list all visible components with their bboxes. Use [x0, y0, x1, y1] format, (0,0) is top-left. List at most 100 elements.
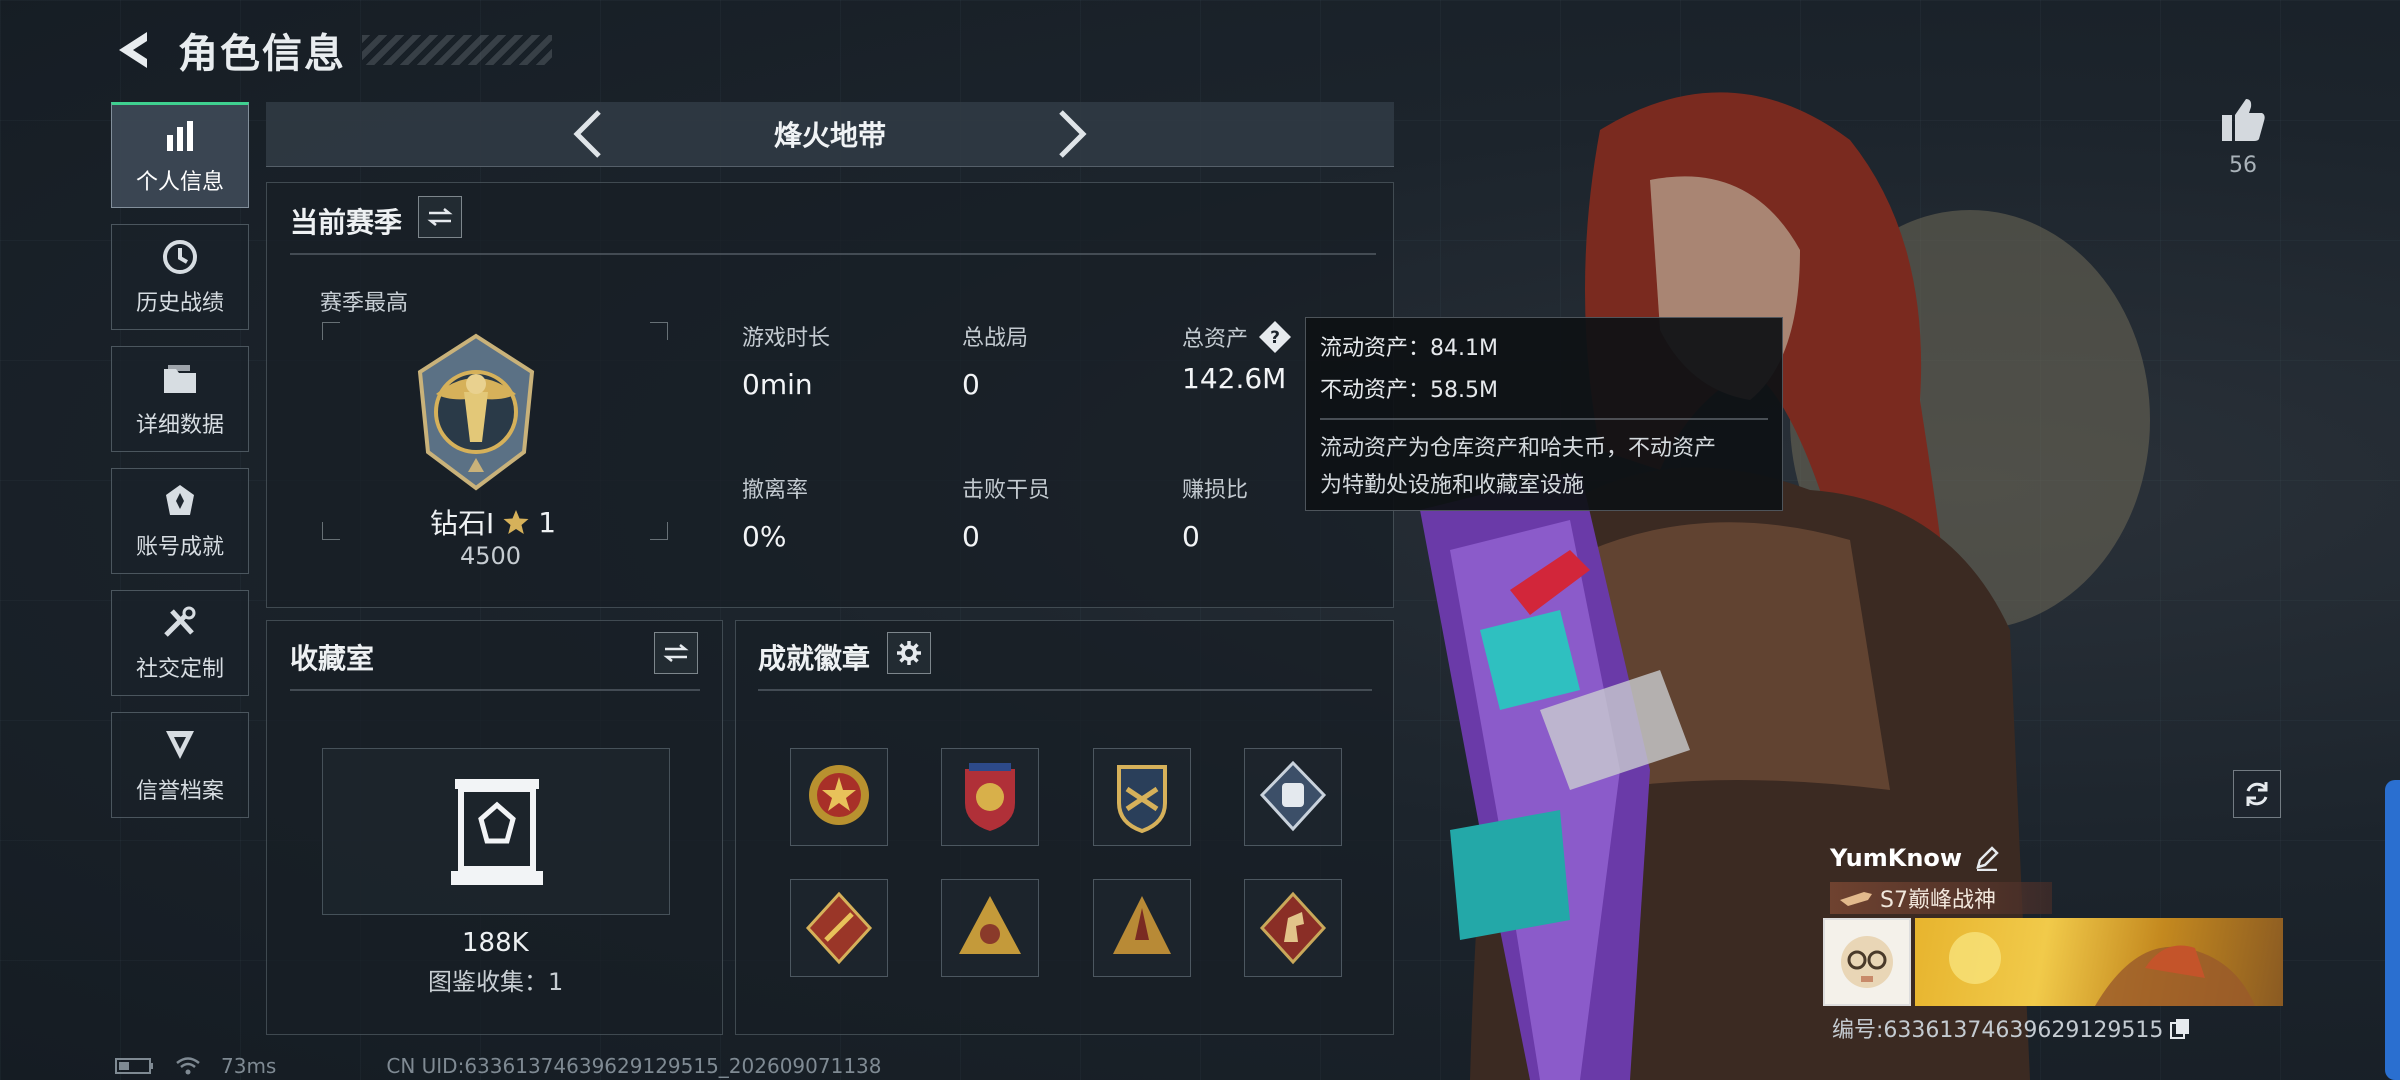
badge-slot[interactable]	[1244, 748, 1342, 846]
stat-value: 0	[1182, 520, 1200, 553]
gear-icon	[897, 641, 921, 665]
avatar-face-icon	[1825, 920, 1909, 1004]
menu-label: 社交定制	[135, 657, 224, 682]
avatar[interactable]	[1823, 918, 1911, 1006]
back-button[interactable]	[110, 27, 156, 73]
badge-slot[interactable]	[941, 879, 1039, 977]
player-title: S7巅峰战神	[1880, 888, 1996, 913]
stat-label: 游戏时长	[742, 326, 831, 351]
stat-label: 总战局	[962, 326, 1029, 351]
refresh-button[interactable]	[2233, 770, 2281, 818]
player-name: YumKnow	[1830, 844, 1963, 872]
star-icon	[503, 510, 529, 534]
folder-icon	[160, 359, 200, 399]
tooltip-description-line: 为特勤处设施和收藏室设施	[1320, 472, 1585, 498]
page-title: 角色信息	[178, 31, 346, 77]
swap-icon	[427, 208, 453, 226]
rocket-badge-icon	[1113, 896, 1171, 954]
collection-title: 收藏室	[290, 642, 375, 675]
menu-label: 详细数据	[135, 413, 224, 438]
tools-icon	[160, 603, 200, 643]
stat-label-row: 总资产 ?	[1182, 320, 1292, 354]
badge-slot[interactable]	[1093, 748, 1191, 846]
crest-badge-icon	[965, 763, 1015, 831]
collection-switch-button[interactable]	[654, 632, 698, 674]
refresh-icon	[2246, 782, 2268, 806]
stat-label: 击败干员	[962, 478, 1051, 503]
stat-label: 总资产	[1182, 327, 1249, 352]
stat-operators-defeated: 击败干员 0	[962, 472, 1050, 553]
status-bar: 73ms CN UID:6336137463962912951​5_202609…	[115, 1054, 882, 1078]
tooltip-fixed-assets: 不动资产：58.5M	[1320, 378, 1498, 403]
stat-label: 赚损比	[1182, 478, 1249, 503]
divider	[290, 253, 1376, 255]
like-button[interactable]: 56	[2210, 95, 2276, 178]
menu-item-history[interactable]: 历史战绩	[111, 224, 249, 330]
tooltip-description-line: 流动资产为仓库资产和哈夫币，不动资产	[1320, 435, 1717, 461]
divider	[758, 689, 1372, 691]
chevron-right-icon	[1059, 110, 1087, 158]
stat-total-assets: 总资产 ? 142.6M	[1182, 320, 1292, 395]
player-banner[interactable]	[1915, 918, 2283, 1006]
stat-profit-loss-ratio: 赚损比 0	[1182, 472, 1248, 553]
player-title-badge: S7巅峰战神	[1830, 882, 2052, 914]
reputation-icon	[160, 725, 200, 765]
badge-slot[interactable]	[941, 748, 1039, 846]
svg-text:?: ?	[1270, 328, 1280, 348]
rank-stars: 1	[538, 505, 557, 539]
stat-value: 0%	[742, 520, 787, 553]
stat-value: 0min	[742, 368, 813, 401]
badge-slot[interactable]	[1093, 879, 1191, 977]
achievement-icon	[160, 481, 200, 521]
side-drawer-tab[interactable]	[2385, 780, 2400, 1080]
stat-extraction-rate: 撤离率 0%	[742, 472, 808, 553]
stat-total-matches: 总战局 0	[962, 320, 1028, 401]
menu-item-reputation[interactable]: 信誉档案	[111, 712, 249, 818]
season-switch-button[interactable]	[418, 196, 462, 238]
edit-pencil-icon[interactable]	[1974, 845, 2000, 871]
ping-value: 73ms	[221, 1054, 277, 1078]
swap-icon	[663, 644, 689, 662]
mode-name: 烽火地带	[773, 119, 886, 152]
red-diamond-badge-icon	[805, 891, 873, 965]
mode-prev-button[interactable]	[566, 106, 610, 162]
banner-artwork	[1949, 932, 2255, 1006]
horse-badge-icon	[1259, 891, 1327, 965]
collection-preview[interactable]	[322, 748, 670, 915]
stat-value: 0	[962, 368, 980, 401]
menu-label: 历史战绩	[135, 291, 224, 316]
menu-item-achievements[interactable]: 账号成就	[111, 468, 249, 574]
diamond-rank-emblem-icon	[417, 333, 535, 491]
stat-value: 142.6M	[1182, 362, 1287, 395]
player-id: 编号:6336137463962912951​5	[1832, 1018, 2164, 1043]
assets-tooltip: 流动资产：84.1M 不动资产：58.5M 流动资产为仓库资产和哈夫币，不动资产…	[1305, 317, 1783, 511]
stat-play-time: 游戏时长 0min	[742, 320, 830, 401]
battery-icon	[115, 1058, 153, 1074]
menu-label: 账号成就	[135, 535, 224, 560]
season-title: 当前赛季	[290, 206, 403, 239]
mode-next-button[interactable]	[1050, 106, 1094, 162]
tooltip-divider	[1320, 418, 1768, 420]
side-menu: 个人信息 历史战绩 详细数据 账号成就 社交定制 信誉档案	[111, 102, 249, 834]
badge-slot[interactable]	[1244, 879, 1342, 977]
wings-shield-badge-icon	[1117, 765, 1167, 834]
frame-corner	[650, 322, 668, 340]
frame-corner	[650, 522, 668, 540]
menu-item-detailed-data[interactable]: 详细数据	[111, 346, 249, 452]
badges-settings-button[interactable]	[887, 632, 931, 674]
menu-item-personal-info[interactable]: 个人信息	[111, 102, 249, 208]
menu-item-social-custom[interactable]: 社交定制	[111, 590, 249, 696]
badge-slot[interactable]	[790, 748, 888, 846]
history-clock-icon	[160, 237, 200, 277]
rank-name: 钻石Ⅰ 1	[430, 502, 556, 542]
tooltip-liquid-assets: 流动资产：84.1M	[1320, 336, 1498, 361]
copy-icon[interactable]	[2169, 1017, 2191, 1039]
stat-label: 撤离率	[742, 478, 809, 503]
bar-chart-icon	[160, 116, 200, 156]
help-icon[interactable]: ?	[1258, 320, 1292, 354]
display-case-icon	[451, 779, 543, 885]
thumbs-up-icon	[2222, 99, 2265, 141]
badge-slot[interactable]	[790, 879, 888, 977]
badges-title: 成就徽章	[758, 642, 871, 675]
rank-title: 钻石Ⅰ	[430, 507, 495, 540]
